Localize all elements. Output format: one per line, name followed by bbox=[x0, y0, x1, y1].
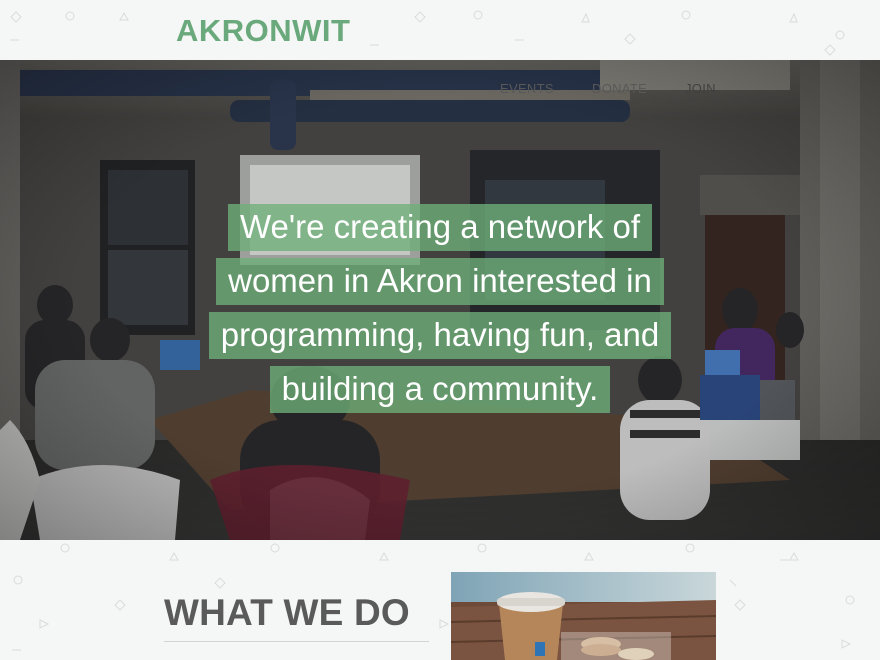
main-nav: EVENTS DONATE JOIN bbox=[0, 81, 880, 101]
hero-tagline: We're creating a network of women in Akr… bbox=[190, 200, 690, 416]
section-image-coffee bbox=[451, 572, 716, 660]
section-title-divider bbox=[164, 641, 429, 642]
nav-item-events[interactable]: EVENTS bbox=[500, 81, 554, 96]
site-logo[interactable]: AKRONWIT bbox=[176, 13, 350, 49]
nav-item-join[interactable]: JOIN bbox=[685, 81, 716, 96]
hero-tagline-text: We're creating a network of women in Akr… bbox=[208, 204, 672, 413]
nav-item-donate[interactable]: DONATE bbox=[592, 81, 647, 96]
site-header: AKRONWIT bbox=[0, 0, 880, 60]
section-title: WHAT WE DO bbox=[164, 592, 410, 633]
